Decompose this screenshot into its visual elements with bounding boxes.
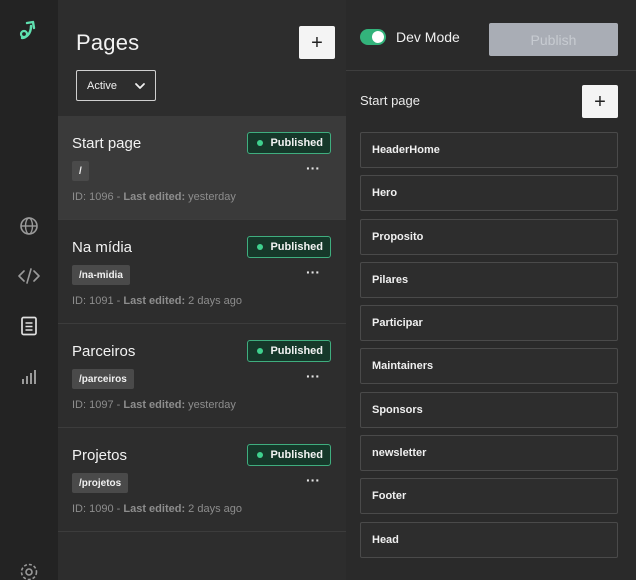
last-edited-label: Last edited: — [123, 503, 186, 515]
status-filter-select[interactable]: Active — [76, 70, 156, 101]
current-page-label: Start page — [360, 93, 420, 108]
section-item-sponsors[interactable]: Sponsors — [360, 391, 618, 428]
page-id: ID: 1090 — [72, 503, 114, 515]
status-badge: Published — [247, 340, 331, 362]
status-dot-icon — [257, 140, 264, 146]
last-edited-value: yesterday — [188, 191, 236, 203]
section-item-maintainers[interactable]: Maintainers — [360, 348, 618, 385]
last-edited-label: Last edited: — [123, 295, 186, 307]
add-page-button[interactable]: + — [299, 26, 335, 59]
page-item-projetos[interactable]: Projetos Published /projetos ··· ID: 109… — [58, 428, 346, 532]
dev-mode-toggle[interactable] — [360, 29, 386, 45]
globe-icon[interactable] — [17, 214, 41, 238]
status-dot-icon — [257, 452, 264, 458]
section-item-pilares[interactable]: Pilares — [360, 261, 618, 298]
status-dot-icon — [257, 244, 264, 250]
page-slug: /na-midia — [72, 265, 130, 285]
editor-topbar: Dev Mode Publish — [346, 0, 636, 71]
page-item-na-midia[interactable]: Na mídia Published /na-midia ··· ID: 109… — [58, 220, 346, 324]
code-icon[interactable] — [17, 264, 41, 288]
section-item-footer[interactable]: Footer — [360, 478, 618, 515]
settings-icon[interactable] — [17, 560, 41, 580]
status-label: Published — [270, 241, 323, 253]
more-options-button[interactable]: ··· — [306, 160, 320, 176]
section-item-head[interactable]: Head — [360, 521, 618, 558]
page-id: ID: 1091 — [72, 295, 114, 307]
section-item-hero[interactable]: Hero — [360, 175, 618, 212]
more-options-button[interactable]: ··· — [306, 472, 320, 488]
add-section-button[interactable]: + — [582, 85, 618, 118]
status-badge: Published — [247, 444, 331, 466]
status-dot-icon — [257, 348, 264, 354]
editor-panel: Dev Mode Publish Start page + HeaderHome… — [346, 0, 636, 580]
page-list: Start page Published / ··· ID: 1096 - La… — [58, 116, 346, 532]
page-meta: ID: 1091 - Last edited: 2 days ago — [72, 295, 242, 307]
page-id: ID: 1097 — [72, 399, 114, 411]
icon-rail — [0, 0, 58, 580]
page-slug: /projetos — [72, 473, 129, 493]
status-badge: Published — [247, 132, 331, 154]
publish-button[interactable]: Publish — [489, 23, 618, 56]
analytics-icon[interactable] — [17, 365, 41, 389]
page-item-parceiros[interactable]: Parceiros Published /parceiros ··· ID: 1… — [58, 324, 346, 428]
last-edited-label: Last edited: — [123, 399, 186, 411]
section-item-proposito[interactable]: Proposito — [360, 218, 618, 255]
page-meta: ID: 1096 - Last edited: yesterday — [72, 191, 236, 203]
page-meta: ID: 1090 - Last edited: 2 days ago — [72, 503, 242, 515]
pages-icon[interactable] — [17, 314, 41, 338]
dev-mode-label: Dev Mode — [396, 29, 460, 45]
pages-panel: Pages + Active Start page Published / ··… — [58, 0, 346, 580]
page-slug: /parceiros — [72, 369, 134, 389]
page-meta: ID: 1097 - Last edited: yesterday — [72, 399, 236, 411]
page-name: Na mídia — [72, 239, 133, 256]
section-item-participar[interactable]: Participar — [360, 305, 618, 342]
last-edited-value: 2 days ago — [188, 295, 242, 307]
chevron-down-icon — [135, 83, 145, 89]
section-item-newsletter[interactable]: newsletter — [360, 435, 618, 472]
logo-icon[interactable] — [17, 18, 41, 42]
toggle-knob — [372, 31, 384, 43]
status-badge: Published — [247, 236, 331, 258]
page-item-start-page[interactable]: Start page Published / ··· ID: 1096 - La… — [58, 116, 346, 220]
section-list: HeaderHome Hero Proposito Pilares Partic… — [360, 132, 618, 565]
status-filter-value: Active — [87, 79, 117, 92]
page-name: Projetos — [72, 447, 128, 464]
status-label: Published — [270, 345, 323, 357]
more-options-button[interactable]: ··· — [306, 368, 320, 384]
page-name: Start page — [72, 135, 142, 152]
page-title: Pages — [76, 30, 140, 55]
section-item-headerhome[interactable]: HeaderHome — [360, 132, 618, 168]
page-name: Parceiros — [72, 343, 136, 360]
last-edited-value: 2 days ago — [188, 503, 242, 515]
last-edited-label: Last edited: — [123, 191, 186, 203]
last-edited-value: yesterday — [188, 399, 236, 411]
status-label: Published — [270, 449, 323, 461]
page-id: ID: 1096 — [72, 191, 114, 203]
status-label: Published — [270, 137, 323, 149]
page-slug: / — [72, 161, 89, 181]
more-options-button[interactable]: ··· — [306, 264, 320, 280]
